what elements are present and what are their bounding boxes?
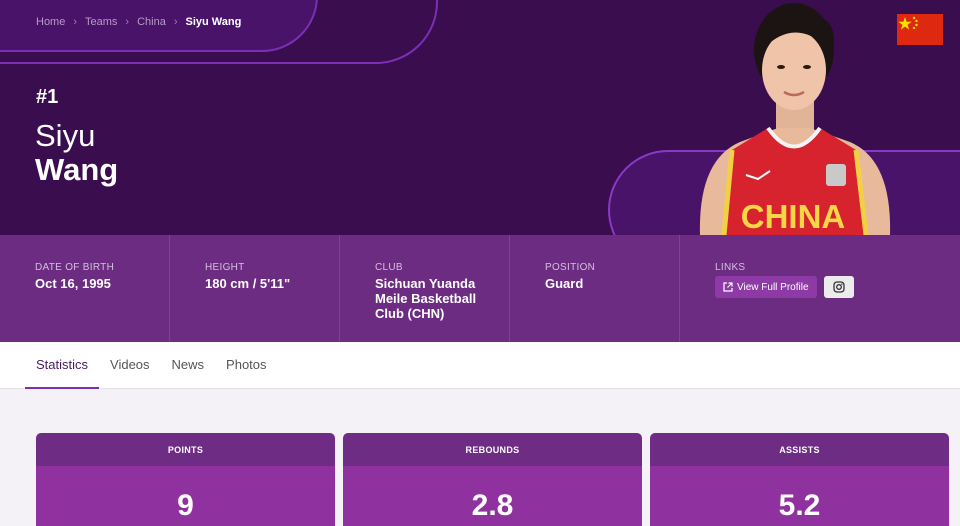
jersey-text: CHINA [741,198,846,235]
info-height: HEIGHT 180 cm / 5'11" [170,235,340,342]
view-full-profile-label: View Full Profile [737,281,809,293]
instagram-button[interactable] [823,276,854,298]
breadcrumb: Home › Teams › China › Siyu Wang [36,16,241,28]
info-label: DATE OF BIRTH [35,262,115,273]
breadcrumb-current: Siyu Wang [185,16,242,28]
profile-tabs: Statistics Videos News Photos [0,342,960,389]
tab-videos[interactable]: Videos [99,342,161,389]
breadcrumb-home[interactable]: Home [36,16,65,28]
info-dob: DATE OF BIRTH Oct 16, 1995 [0,235,170,342]
info-label: CLUB [375,262,403,273]
info-position: POSITION Guard [510,235,680,342]
info-label: POSITION [545,262,596,273]
player-first-name: Siyu [35,118,96,153]
player-hero: Home › Teams › China › Siyu Wang #1 Siyu… [0,0,960,235]
stat-label: POINTS [36,433,335,466]
info-value: Oct 16, 1995 [35,276,111,291]
info-label: LINKS [715,262,746,273]
info-label: HEIGHT [205,262,245,273]
stat-label: ASSISTS [650,433,949,466]
player-photo: CHINA [699,3,891,235]
instagram-icon [832,281,845,293]
info-links: LINKS View Full Profile [680,235,960,342]
player-info-bar: DATE OF BIRTH Oct 16, 1995 HEIGHT 180 cm… [0,235,960,342]
player-last-name: Wang [35,152,119,187]
tab-news[interactable]: News [161,342,216,389]
china-flag-icon [897,14,943,45]
stat-card-points: POINTS 9 [36,433,335,526]
tab-photos[interactable]: Photos [215,342,277,389]
stat-label: REBOUNDS [343,433,642,466]
info-club: CLUB Sichuan Yuanda Meile Basketball Clu… [340,235,510,342]
jersey-number: #1 [36,86,59,108]
stat-value: 5.2 [650,466,949,526]
info-value: Guard [545,276,584,291]
chevron-right-icon: › [73,16,78,28]
breadcrumb-china[interactable]: China [137,16,166,28]
external-link-icon [723,282,733,292]
breadcrumb-teams[interactable]: Teams [85,16,117,28]
info-value: 180 cm / 5'11" [205,276,291,291]
stat-card-assists: ASSISTS 5.2 [650,433,949,526]
tab-statistics[interactable]: Statistics [25,342,100,389]
stat-value: 2.8 [343,466,642,526]
view-full-profile-button[interactable]: View Full Profile [715,276,817,298]
info-value: Sichuan Yuanda Meile Basketball Club (CH… [375,276,477,321]
stat-card-rebounds: REBOUNDS 2.8 [343,433,642,526]
stat-value: 9 [36,466,335,526]
chevron-right-icon: › [125,16,130,28]
chevron-right-icon: › [173,16,178,28]
links-group: View Full Profile [715,276,960,298]
stats-cards: POINTS 9 REBOUNDS 2.8 ASSISTS 5.2 [0,389,960,526]
